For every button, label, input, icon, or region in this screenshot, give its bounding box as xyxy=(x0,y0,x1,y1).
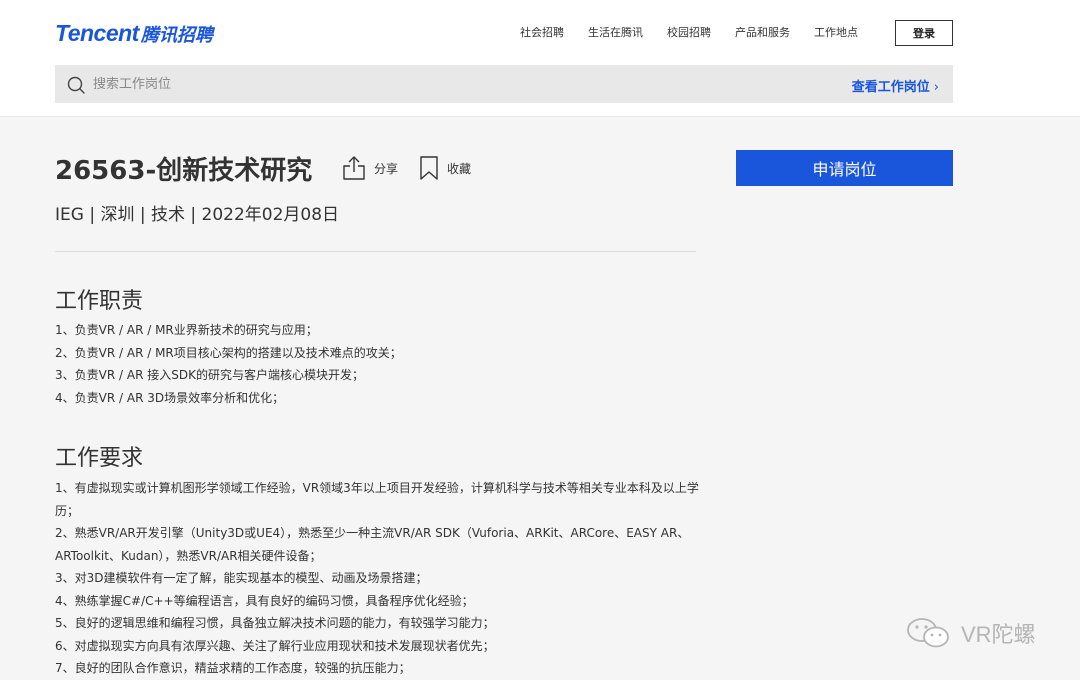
nav-item-social-recruitment[interactable]: 社会招聘 xyxy=(520,24,564,42)
requirements-title: 工作要求 xyxy=(55,446,144,471)
nav-item-life-at-tencent[interactable]: 生活在腾讯 xyxy=(588,24,643,42)
share-icon xyxy=(343,156,365,180)
login-button[interactable]: 登录 xyxy=(895,20,953,46)
list-item: 5、良好的逻辑思维和编程习惯，具备独立解决技术问题的能力，有较强学习能力； xyxy=(55,616,495,630)
nav-item-work-locations[interactable]: 工作地点 xyxy=(814,24,858,42)
nav-item-products-services[interactable]: 产品和服务 xyxy=(735,24,790,42)
top-nav: 社会招聘 生活在腾讯 校园招聘 产品和服务 工作地点 xyxy=(520,24,882,42)
bookmark-icon xyxy=(420,156,438,180)
job-meta: IEG | 深圳 | 技术 | 2022年02月08日 xyxy=(55,205,340,225)
view-jobs-link[interactable]: 查看工作岗位 › xyxy=(852,76,939,95)
nav-item-campus-recruitment[interactable]: 校园招聘 xyxy=(667,24,711,42)
list-item: 1、负责VR / AR / MR业界新技术的研究与应用； xyxy=(55,323,318,337)
requirements-list: 1、有虚拟现实或计算机图形学领域工作经验，VR领域3年以上项目开发经验，计算机科… xyxy=(55,477,700,680)
logo-text-en: Tencent xyxy=(55,20,139,46)
responsibilities-title: 工作职责 xyxy=(55,289,144,314)
logo-text-cn: 腾讯招聘 xyxy=(140,25,213,46)
view-jobs-label: 查看工作岗位 xyxy=(851,80,930,95)
site-header: Tencent 腾讯招聘 社会招聘 生活在腾讯 校园招聘 产品和服务 工作地点 … xyxy=(0,0,1080,117)
list-item: 3、对3D建模软件有一定了解，能实现基本的模型、动画及场景搭建； xyxy=(55,571,428,585)
favorite-label: 收藏 xyxy=(447,161,472,176)
list-item: 2、负责VR / AR / MR项目核心架构的搭建以及技术难点的攻关； xyxy=(55,345,402,360)
search-bar: 查看工作岗位› xyxy=(55,65,953,103)
wechat-icon xyxy=(907,618,949,648)
tencent-careers-logo[interactable]: Tencent 腾讯招聘 xyxy=(55,20,213,47)
search-icon xyxy=(67,76,85,94)
list-item: 4、熟练掌握C#/C++等编程语言，具有良好的编码习惯，具备程序优化经验； xyxy=(55,593,474,608)
list-item: 7、良好的团队合作意识，精益求精的工作态度，较强的抗压能力； xyxy=(55,661,411,675)
share-button[interactable]: 分享 xyxy=(342,155,398,181)
watermark: VR陀螺 xyxy=(905,616,1036,650)
watermark-text: VR陀螺 xyxy=(961,622,1036,647)
job-title: 26563-创新技术研究 xyxy=(55,156,313,186)
list-item: 4、负责VR / AR 3D场景效率分析和优化； xyxy=(55,390,285,405)
favorite-button[interactable]: 收藏 xyxy=(419,155,471,181)
chevron-right-icon: › xyxy=(933,80,939,95)
share-label: 分享 xyxy=(374,161,399,176)
list-item: 3、负责VR / AR 接入SDK的研究与客户端核心模块开发； xyxy=(55,368,364,382)
list-item: 2、熟悉VR/AR开发引擎（Unity3D或UE4），熟悉至少一种主流VR/AR… xyxy=(55,526,690,563)
list-item: 1、有虚拟现实或计算机图形学领域工作经验，VR领域3年以上项目开发经验，计算机科… xyxy=(55,481,699,518)
responsibilities-list: 1、负责VR / AR / MR业界新技术的研究与应用； 2、负责VR / AR… xyxy=(55,319,700,409)
list-item: 6、对虚拟现实方向具有浓厚兴趣、关注了解行业应用现状和技术发展现状者优先； xyxy=(55,638,495,653)
divider xyxy=(55,251,696,252)
apply-button[interactable]: 申请岗位 xyxy=(736,150,953,186)
search-input[interactable] xyxy=(93,65,793,103)
